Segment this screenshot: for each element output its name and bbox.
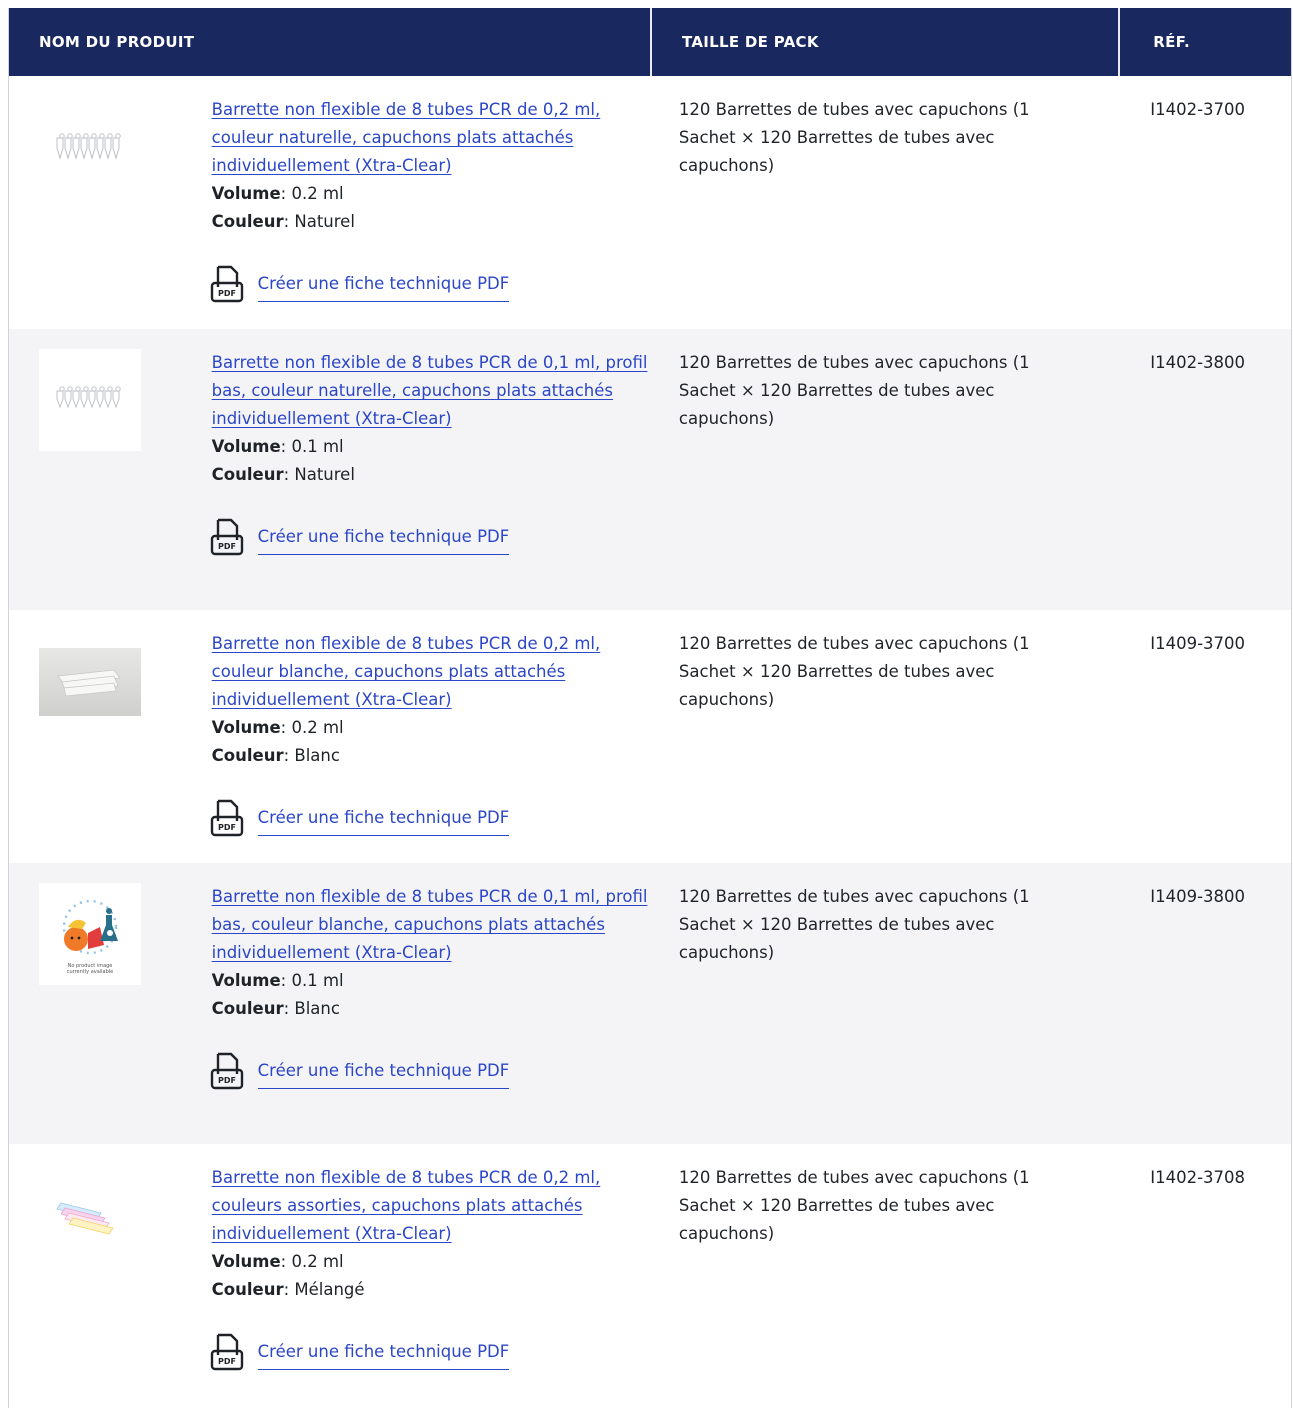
- header-ref: RÉF.: [1118, 8, 1291, 76]
- assorted-color-tube-strips-icon: [56, 1202, 114, 1235]
- color-spec: Couleur: Naturel: [211, 465, 355, 484]
- pdf-datasheet-action[interactable]: PDF Créer une fiche technique PDF: [210, 1051, 650, 1091]
- pdf-icon: PDF: [210, 518, 243, 556]
- svg-text:PDF: PDF: [218, 542, 236, 551]
- pdf-datasheet-action[interactable]: PDF Créer une fiche technique PDF: [210, 1332, 650, 1372]
- no-image-placeholder-icon: [62, 899, 118, 955]
- no-image-caption: currently available: [66, 969, 114, 975]
- pack-size-cell: 120 Barrettes de tubes avec capuchons (1…: [678, 634, 1030, 709]
- product-table: NOM DU PRODUIT TAILLE DE PACK RÉF. Barre…: [8, 8, 1292, 1408]
- color-spec: Couleur: Naturel: [211, 212, 355, 231]
- volume-spec: Volume: 0.1 ml: [211, 971, 344, 990]
- volume-spec: Volume: 0.2 ml: [211, 1252, 344, 1271]
- product-link[interactable]: Barrette non flexible de 8 tubes PCR de …: [212, 634, 601, 709]
- pdf-datasheet-link[interactable]: Créer une fiche technique PDF: [257, 526, 510, 555]
- pdf-datasheet-link[interactable]: Créer une fiche technique PDF: [257, 1060, 510, 1089]
- ref-cell: I1402-3700: [1150, 100, 1246, 119]
- table-row: Barrette non flexible de 8 tubes PCR de …: [9, 610, 1291, 863]
- svg-text:PDF: PDF: [218, 1357, 236, 1366]
- pdf-datasheet-link[interactable]: Créer une fiche technique PDF: [257, 273, 510, 302]
- pack-size-cell: 120 Barrettes de tubes avec capuchons (1…: [678, 1168, 1030, 1243]
- product-thumbnail[interactable]: [39, 96, 141, 198]
- product-link[interactable]: Barrette non flexible de 8 tubes PCR de …: [212, 887, 648, 962]
- pdf-datasheet-action[interactable]: PDF Créer une fiche technique PDF: [210, 517, 650, 557]
- volume-spec: Volume: 0.2 ml: [211, 184, 344, 203]
- table-row: Barrette non flexible de 8 tubes PCR de …: [9, 1144, 1291, 1414]
- product-thumbnail[interactable]: [39, 349, 141, 451]
- volume-spec: Volume: 0.1 ml: [211, 437, 344, 456]
- pack-size-cell: 120 Barrettes de tubes avec capuchons (1…: [678, 887, 1030, 962]
- volume-spec: Volume: 0.2 ml: [211, 718, 344, 737]
- svg-text:PDF: PDF: [218, 1076, 236, 1085]
- pack-size-cell: 120 Barrettes de tubes avec capuchons (1…: [678, 100, 1030, 175]
- pdf-datasheet-link[interactable]: Créer une fiche technique PDF: [257, 1341, 510, 1370]
- pdf-datasheet-action[interactable]: PDF Créer une fiche technique PDF: [210, 798, 650, 838]
- ref-cell: I1409-3800: [1150, 887, 1246, 906]
- white-tube-strip-photo: [57, 669, 121, 697]
- table-row: Barrette non flexible de 8 tubes PCR de …: [9, 76, 1291, 329]
- product-link[interactable]: Barrette non flexible de 8 tubes PCR de …: [212, 353, 648, 428]
- svg-text:PDF: PDF: [218, 289, 236, 298]
- pdf-icon: PDF: [210, 265, 243, 303]
- ref-cell: I1409-3700: [1150, 634, 1246, 653]
- product-link[interactable]: Barrette non flexible de 8 tubes PCR de …: [212, 1168, 601, 1243]
- color-spec: Couleur: Mélangé: [211, 1280, 365, 1299]
- svg-text:PDF: PDF: [218, 823, 236, 832]
- table-row: No product image currently available Bar…: [9, 863, 1291, 1144]
- ref-cell: I1402-3800: [1150, 353, 1246, 372]
- pdf-datasheet-link[interactable]: Créer une fiche technique PDF: [257, 807, 510, 836]
- product-thumbnail[interactable]: [39, 648, 141, 716]
- pdf-datasheet-action[interactable]: PDF Créer une fiche technique PDF: [210, 264, 650, 304]
- color-spec: Couleur: Blanc: [211, 999, 340, 1018]
- table-header: NOM DU PRODUIT TAILLE DE PACK RÉF.: [9, 8, 1291, 76]
- pdf-icon: PDF: [210, 799, 243, 837]
- pdf-icon: PDF: [210, 1333, 243, 1371]
- color-spec: Couleur: Blanc: [211, 746, 340, 765]
- header-product-name: NOM DU PRODUIT: [39, 33, 195, 51]
- product-thumbnail[interactable]: No product image currently available: [39, 883, 141, 985]
- pdf-icon: PDF: [210, 1052, 243, 1090]
- ref-cell: I1402-3708: [1150, 1168, 1246, 1187]
- clear-tube-strip-icon: [56, 386, 121, 409]
- clear-tube-strip-icon: [56, 133, 121, 160]
- product-thumbnail[interactable]: [39, 1164, 141, 1266]
- product-link[interactable]: Barrette non flexible de 8 tubes PCR de …: [212, 100, 601, 175]
- pack-size-cell: 120 Barrettes de tubes avec capuchons (1…: [678, 353, 1030, 428]
- header-pack-size: TAILLE DE PACK: [649, 8, 1118, 76]
- table-row: Barrette non flexible de 8 tubes PCR de …: [9, 329, 1291, 610]
